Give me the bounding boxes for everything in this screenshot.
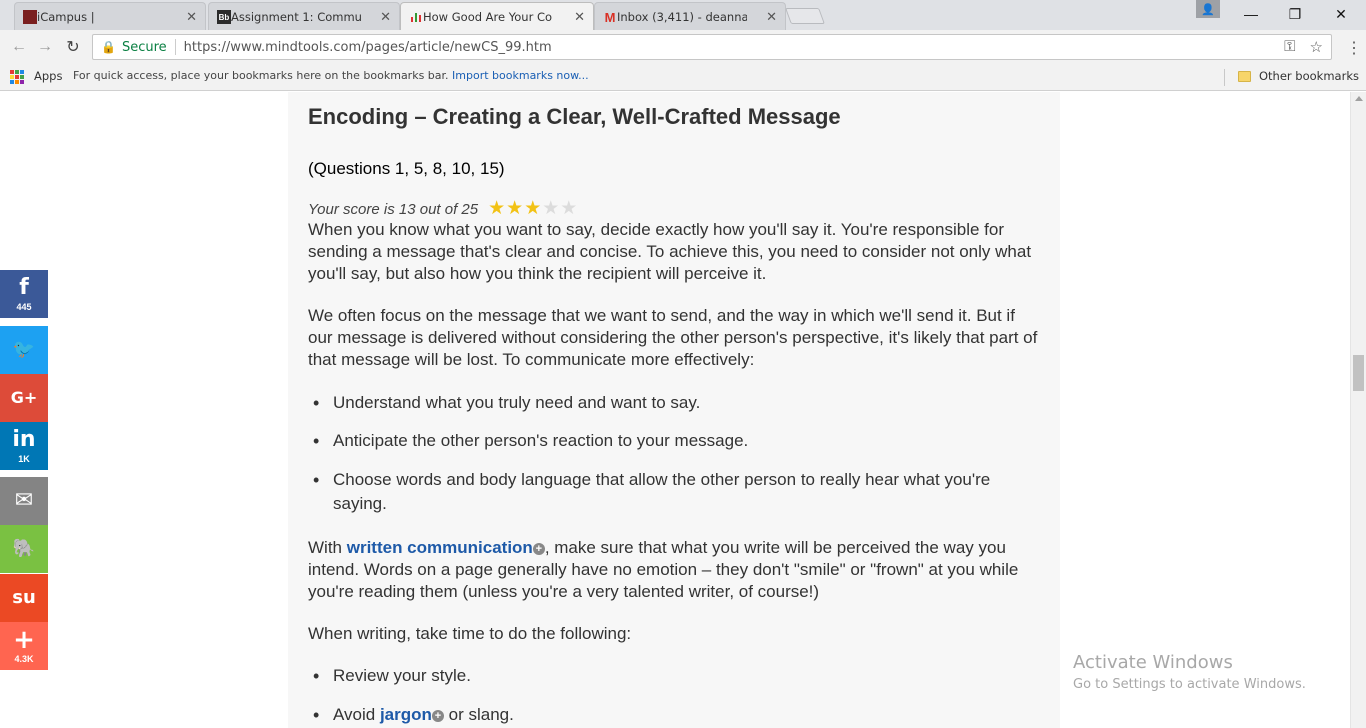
paragraph: With written communication +, make sure t…	[308, 537, 1043, 603]
text: or slang.	[443, 705, 514, 724]
email-icon: ✉	[14, 488, 34, 513]
share-count: 445	[16, 301, 32, 312]
apps-grid-icon[interactable]	[10, 70, 24, 84]
close-window-button[interactable]: ✕	[1318, 0, 1364, 28]
star-empty-icon: ★	[560, 198, 578, 219]
watermark-subtitle: Go to Settings to activate Windows.	[1073, 677, 1306, 692]
list-item: Choose words and body language that allo…	[313, 468, 1043, 516]
paragraph: When you know what you want to say, deci…	[308, 220, 1032, 283]
google-plus-icon: G+	[10, 388, 38, 407]
list-item: Understand what you truly need and want …	[313, 391, 1043, 415]
text: Avoid	[333, 705, 380, 724]
page-viewport: Encoding – Creating a Clear, Well-Crafte…	[0, 92, 1350, 728]
divider	[174, 39, 176, 55]
tab-icampus[interactable]: iCampus | ✕	[14, 2, 206, 30]
linkedin-icon: in	[12, 426, 36, 452]
text: With	[308, 538, 347, 557]
reload-button[interactable]: ↻	[62, 36, 84, 58]
minimize-button[interactable]: —	[1228, 0, 1274, 28]
paragraph: When writing, take time to do the follow…	[308, 624, 632, 643]
bookmarks-hint: For quick access, place your bookmarks h…	[73, 69, 589, 82]
bookmark-star-icon[interactable]: ☆	[1310, 38, 1323, 56]
tab-strip: iCampus | ✕ Bb Assignment 1: Communic ✕ …	[0, 0, 1366, 31]
twitter-icon: 🐦	[12, 339, 36, 360]
close-icon[interactable]: ✕	[186, 9, 197, 25]
watermark-title: Activate Windows	[1073, 652, 1233, 673]
stumbleupon-share-button[interactable]: su	[0, 574, 48, 622]
star-rating: ★ ★ ★ ★ ★	[488, 198, 578, 219]
stumbleupon-icon: su	[12, 587, 36, 608]
tab-title: Inbox (3,411) - deannag	[617, 9, 747, 24]
linkedin-share-button[interactable]: in 1K	[0, 422, 48, 470]
facebook-icon: f	[19, 274, 29, 300]
written-communication-link[interactable]: written communication	[347, 538, 533, 557]
close-icon[interactable]: ✕	[574, 9, 585, 25]
tab-assignment[interactable]: Bb Assignment 1: Communic ✕	[208, 2, 400, 30]
menu-icon[interactable]: ⋮	[1346, 38, 1362, 58]
paragraph: We often focus on the message that we wa…	[308, 306, 1038, 369]
section-heading: Encoding – Creating a Clear, Well-Crafte…	[308, 104, 841, 129]
mindtools-favicon-icon	[409, 10, 423, 24]
article-panel: Encoding – Creating a Clear, Well-Crafte…	[288, 92, 1060, 728]
score-line: Your score is 13 out of 25 ★ ★ ★ ★ ★	[308, 198, 578, 219]
tab-title: How Good Are Your Com	[423, 10, 553, 24]
scrollbar-thumb[interactable]	[1353, 355, 1364, 392]
tab-title: iCampus |	[37, 9, 95, 24]
list-item: Review your style.	[313, 664, 1043, 688]
browser-toolbar: ← → ↻ 🔒 Secure https://www.mindtools.com…	[0, 30, 1366, 64]
back-button[interactable]: ←	[8, 36, 30, 58]
lock-icon: 🔒	[101, 40, 116, 54]
facebook-share-button[interactable]: f 445	[0, 270, 48, 318]
close-icon[interactable]: ✕	[766, 9, 777, 25]
twitter-share-button[interactable]: 🐦	[0, 326, 48, 374]
google-plus-share-button[interactable]: G+	[0, 374, 48, 422]
tab-title: Assignment 1: Communic	[231, 9, 361, 24]
list-item: Avoid jargon+ or slang.	[313, 703, 1043, 727]
other-bookmarks-link[interactable]: Other bookmarks	[1259, 69, 1359, 83]
star-filled-icon: ★	[488, 198, 506, 219]
star-empty-icon: ★	[542, 198, 560, 219]
scroll-up-arrow-icon[interactable]	[1355, 96, 1363, 101]
expand-plus-icon[interactable]: +	[431, 710, 444, 722]
apps-link[interactable]: Apps	[34, 69, 62, 83]
questions-line: (Questions 1, 5, 8, 10, 15)	[308, 159, 505, 178]
activate-windows-watermark: Activate Windows Go to Settings to activ…	[1073, 652, 1306, 692]
address-bar[interactable]: 🔒 Secure https://www.mindtools.com/pages…	[92, 34, 1332, 60]
blackboard-favicon-icon: Bb	[217, 10, 231, 24]
more-share-button[interactable]: + 4.3K	[0, 622, 48, 670]
jargon-link[interactable]: jargon	[380, 705, 432, 724]
url-text[interactable]: https://www.mindtools.com/pages/article/…	[184, 40, 552, 55]
bookmarks-bar: Apps For quick access, place your bookma…	[0, 64, 1366, 91]
icampus-favicon-icon	[23, 10, 37, 24]
share-count: 4.3K	[14, 653, 34, 664]
star-filled-icon: ★	[506, 198, 524, 219]
import-bookmarks-link[interactable]: Import bookmarks now...	[452, 69, 589, 82]
evernote-share-button[interactable]: 🐘	[0, 525, 48, 573]
evernote-icon: 🐘	[12, 538, 36, 559]
share-count: 1K	[18, 453, 30, 464]
folder-icon	[1238, 71, 1251, 82]
divider	[1224, 69, 1225, 86]
email-share-button[interactable]: ✉	[0, 477, 48, 525]
user-profile-icon[interactable]: 👤	[1196, 0, 1220, 18]
expand-plus-icon[interactable]: +	[532, 543, 545, 555]
secure-label: Secure	[121, 39, 167, 55]
list-item: Anticipate the other person's reaction t…	[313, 429, 1043, 453]
restore-button[interactable]: ❐	[1272, 0, 1318, 28]
vertical-scrollbar[interactable]	[1350, 92, 1366, 728]
star-filled-icon: ★	[524, 198, 542, 219]
bookmarks-hint-text: For quick access, place your bookmarks h…	[73, 69, 449, 82]
forward-button[interactable]: →	[34, 36, 56, 58]
gmail-favicon-icon: M	[604, 9, 616, 25]
new-tab-button[interactable]	[785, 8, 825, 24]
tab-gmail[interactable]: M Inbox (3,411) - deannag ✕	[594, 2, 786, 30]
tab-mindtools[interactable]: How Good Are Your Com ✕	[400, 2, 594, 31]
key-icon[interactable]: ⚿	[1284, 38, 1295, 56]
score-text: Your score is 13 out of 25	[308, 200, 479, 218]
close-icon[interactable]: ✕	[380, 9, 391, 25]
plus-icon: +	[13, 624, 35, 655]
